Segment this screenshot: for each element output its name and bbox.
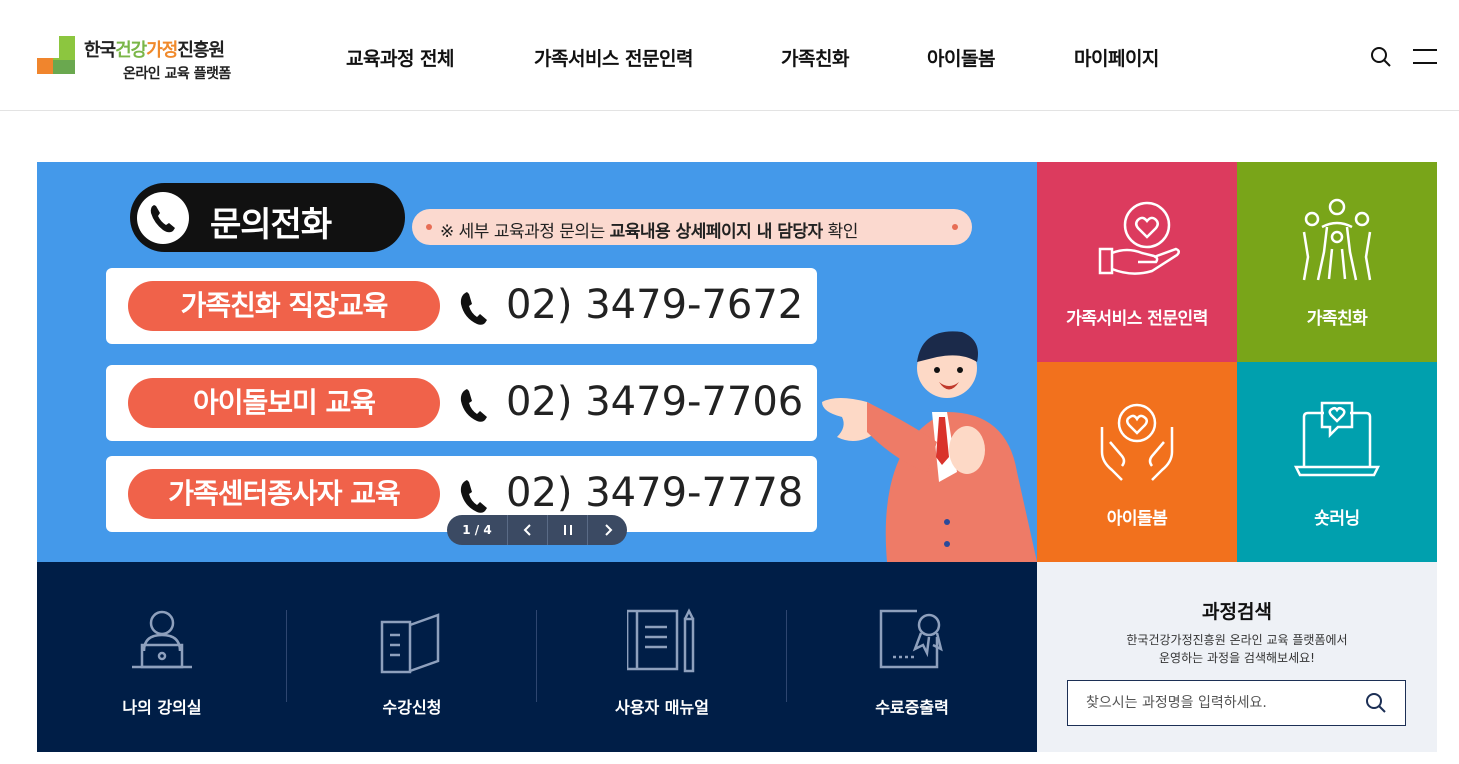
course-search-panel: 과정검색 한국건강가정진흥원 온라인 교육 플랫폼에서 운영하는 과정을 검색해… <box>1037 562 1437 752</box>
quick-menu: 나의 강의실 수강신청 사용자 매뉴얼 수료증출력 <box>37 562 1037 752</box>
banner-slider-controls: 1 / 4 <box>447 515 627 545</box>
tile-label: 가족친화 <box>1306 309 1368 329</box>
nav-item-mypage[interactable]: 마이페이지 <box>1074 44 1159 71</box>
contact-card: 아이돌보미 교육 02) 3479-7706 <box>106 365 817 441</box>
quick-menu-label: 수강신청 <box>382 698 442 717</box>
quick-certificate-print[interactable]: 수료증출력 <box>787 562 1037 752</box>
course-search-title: 과정검색 <box>1202 601 1272 623</box>
search-icon[interactable] <box>1365 692 1387 714</box>
contact-number: 02) 3479-7706 <box>506 379 804 425</box>
quick-menu-label: 사용자 매뉴얼 <box>615 698 709 717</box>
course-search-description: 한국건강가정진흥원 온라인 교육 플랫폼에서 운영하는 과정을 검색해보세요! <box>1126 633 1348 665</box>
nav-item-family-service[interactable]: 가족서비스 전문인력 <box>534 44 693 71</box>
contact-tag: 아이돌보미 교육 <box>128 378 440 428</box>
search-icon[interactable] <box>1370 46 1392 68</box>
learner-icon <box>127 607 197 677</box>
contact-number: 02) 3479-7672 <box>506 282 804 328</box>
call-inquiry-label: 문의전화 <box>210 205 332 245</box>
course-search-input[interactable] <box>1086 681 1356 725</box>
hands-heart-icon <box>1092 397 1182 487</box>
nav-item-family-friendly[interactable]: 가족친화 <box>781 44 849 71</box>
prev-slide-button[interactable] <box>507 515 547 545</box>
nav-item-all-courses[interactable]: 교육과정 전체 <box>346 44 455 71</box>
tile-family-service[interactable]: 가족서비스 전문인력 <box>1037 162 1237 362</box>
tile-family-friendly[interactable]: 가족친화 <box>1237 162 1437 362</box>
notebook-pencil-icon <box>625 607 697 677</box>
nav-item-childcare[interactable]: 아이돌봄 <box>927 44 995 71</box>
main-banner[interactable]: 문의전화 ※ 세부 교육과정 문의는 교육내용 상세페이지 내 담당자 확인 가… <box>37 162 1037 562</box>
quick-my-classroom[interactable]: 나의 강의실 <box>37 562 287 752</box>
quick-user-manual[interactable]: 사용자 매뉴얼 <box>537 562 787 752</box>
next-slide-button[interactable] <box>587 515 627 545</box>
tile-childcare[interactable]: 아이돌봄 <box>1037 362 1237 562</box>
quick-menu-label: 수료증출력 <box>875 698 949 717</box>
quick-menu-label: 나의 강의실 <box>122 698 202 717</box>
contact-tag: 가족센터종사자 교육 <box>128 469 440 519</box>
contact-number: 02) 3479-7778 <box>506 470 804 516</box>
pause-slide-button[interactable] <box>547 515 587 545</box>
hamburger-menu-icon[interactable] <box>1413 49 1437 65</box>
presenter-character-illustration <box>817 322 1037 562</box>
phone-icon <box>137 192 189 244</box>
contact-card: 가족친화 직장교육 02) 3479-7672 <box>106 268 817 344</box>
logo-title: 한국건강가정진흥원 <box>84 40 225 61</box>
tile-short-learning[interactable]: 숏러닝 <box>1237 362 1437 562</box>
pause-icon <box>564 525 572 535</box>
chevron-right-icon <box>605 524 613 536</box>
laptop-chat-heart-icon <box>1292 397 1382 487</box>
chevron-left-icon <box>523 524 531 536</box>
family-people-icon <box>1292 197 1382 287</box>
phone-handset-icon <box>458 290 490 326</box>
slide-counter: 1 / 4 <box>462 523 492 537</box>
inquiry-note: ※ 세부 교육과정 문의는 교육내용 상세페이지 내 담당자 확인 <box>412 209 972 245</box>
site-header: 한국건강가정진흥원 온라인 교육 플랫폼 교육과정 전체 가족서비스 전문인력 … <box>0 0 1459 111</box>
book-icon <box>377 607 447 677</box>
contact-tag: 가족친화 직장교육 <box>128 281 440 331</box>
logo-mark-icon <box>37 36 75 74</box>
phone-handset-icon <box>458 478 490 514</box>
hand-heart-icon <box>1092 197 1182 287</box>
tile-label: 숏러닝 <box>1314 509 1360 529</box>
call-inquiry-badge: 문의전화 <box>130 183 405 252</box>
quick-enrollment[interactable]: 수강신청 <box>287 562 537 752</box>
certificate-icon <box>877 607 947 677</box>
tile-label: 아이돌봄 <box>1106 509 1168 529</box>
site-logo[interactable]: 한국건강가정진흥원 온라인 교육 플랫폼 <box>37 36 257 84</box>
phone-handset-icon <box>458 387 490 423</box>
course-search-field <box>1067 680 1406 726</box>
tile-label: 가족서비스 전문인력 <box>1066 309 1208 329</box>
logo-subtitle: 온라인 교육 플랫폼 <box>123 66 231 82</box>
